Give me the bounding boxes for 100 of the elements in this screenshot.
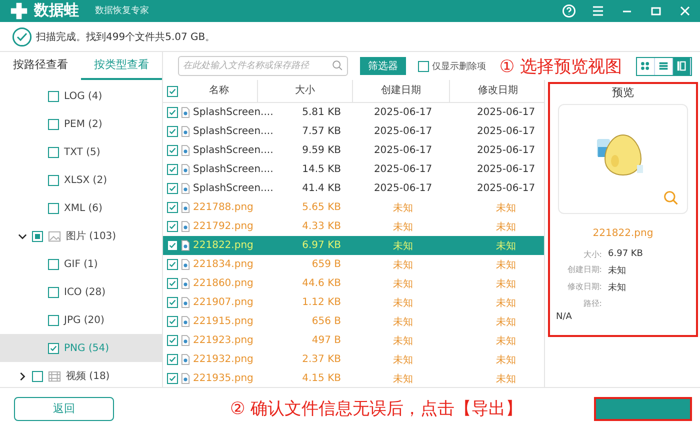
checkbox[interactable] <box>166 335 178 346</box>
file-name: 221822.png <box>193 240 254 252</box>
checkbox[interactable] <box>166 126 178 138</box>
modified-date: 2025-06-17 <box>476 107 536 118</box>
modified-date: 未知 <box>495 202 517 215</box>
close-icon[interactable] <box>678 4 692 18</box>
tree-item[interactable]: XLSX (2) <box>0 166 162 194</box>
checkbox[interactable] <box>166 373 178 384</box>
tree-item-label: TXT (5) <box>64 146 100 158</box>
checkbox[interactable] <box>166 145 178 156</box>
created-date: 未知 <box>392 372 414 386</box>
image-file-icon <box>181 335 190 346</box>
checkbox[interactable] <box>48 90 59 102</box>
checkbox[interactable] <box>32 230 43 242</box>
export-button[interactable] <box>594 396 692 421</box>
checkbox[interactable] <box>166 164 178 176</box>
modified-date: 未知 <box>495 334 517 348</box>
modified-date: 2025-06-17 <box>476 164 536 176</box>
checkbox[interactable] <box>166 221 178 232</box>
field-label: 路径: <box>582 298 602 310</box>
checkbox[interactable] <box>32 370 43 382</box>
panel-icon <box>675 60 688 72</box>
image-file-icon <box>181 164 190 176</box>
tree-item-label: ICO (28) <box>64 286 106 298</box>
checkbox-label: 仅显示删除项 <box>432 60 486 73</box>
table-row[interactable]: SplashScreen.... 41.4 KB 2025-06-17 2025-06-17 <box>163 179 544 198</box>
checkbox[interactable] <box>48 174 59 186</box>
tree-item[interactable]: GIF (1) <box>0 250 162 278</box>
checkbox[interactable] <box>166 202 178 214</box>
modified-date: 未知 <box>495 220 517 234</box>
list-icon <box>657 60 670 72</box>
tree-item[interactable]: ICO (28) <box>0 278 162 306</box>
tree-item[interactable]: XML (6) <box>0 194 162 222</box>
field-label: 修改日期: <box>566 281 602 294</box>
tree-item[interactable]: TXT (5) <box>0 138 162 166</box>
checkbox[interactable] <box>166 297 178 308</box>
caret-icon[interactable] <box>18 232 27 241</box>
column-header[interactable]: 名称 <box>181 80 258 102</box>
checkbox[interactable] <box>166 183 178 194</box>
help-icon[interactable] <box>562 4 576 18</box>
file-size: 659 B <box>310 259 342 270</box>
annotation-text: ① 选择预览视图 <box>499 56 622 78</box>
column-header[interactable]: 修改日期 <box>450 80 544 102</box>
checkbox[interactable] <box>166 316 178 328</box>
search-field[interactable]: 在此处输入文件名称或保存路径 <box>178 56 348 76</box>
table-row[interactable]: SplashScreen.... 7.57 KB 2025-06-17 2025-06-17 <box>163 122 544 142</box>
file-name: 221788.png <box>193 202 254 214</box>
tree-item[interactable]: 图片 (103) <box>0 222 162 250</box>
checkbox[interactable] <box>48 258 59 270</box>
checkbox[interactable] <box>166 107 178 118</box>
tree-item[interactable]: PEM (2) <box>0 110 162 138</box>
checkbox[interactable] <box>48 118 59 130</box>
checkbox[interactable] <box>418 60 429 72</box>
search-icon <box>332 60 343 72</box>
caret-icon[interactable] <box>18 372 27 381</box>
path-value: N/A <box>556 312 572 322</box>
menu-icon[interactable] <box>591 4 605 18</box>
file-name: 221860.png <box>193 278 254 290</box>
field-label: 创建日期: <box>566 264 602 276</box>
file-name: 221935.png <box>193 373 254 384</box>
file-name: 221915.png <box>193 316 254 328</box>
file-size: 2.37 KB <box>301 354 342 366</box>
checkbox[interactable] <box>166 86 178 97</box>
tree-item[interactable]: 视频 (18) <box>0 362 162 388</box>
checkbox[interactable] <box>48 342 59 354</box>
column-header[interactable]: 创建日期 <box>353 80 450 102</box>
checkbox[interactable] <box>166 259 178 270</box>
modified-date: 未知 <box>495 372 517 386</box>
image-file-icon <box>181 126 190 138</box>
tree-item[interactable]: LOG (4) <box>0 82 162 110</box>
preview-title: 预览 <box>612 85 634 100</box>
tree-item[interactable]: JPG (20) <box>0 306 162 334</box>
file-name: 221923.png <box>193 335 254 346</box>
image-file-icon <box>181 316 190 328</box>
table-row[interactable]: SplashScreen.... 5.81 KB 2025-06-17 2025-06-17 <box>163 103 544 122</box>
cross-logo-icon <box>10 2 28 20</box>
created-date: 2025-06-17 <box>372 183 434 194</box>
file-size: 5.65 KB <box>301 202 342 214</box>
view-tab[interactable]: 按路径查看 <box>0 52 81 80</box>
table-row[interactable]: SplashScreen.... 14.5 KB 2025-06-17 2025-06-17 <box>163 160 544 180</box>
file-name: SplashScreen.... <box>193 126 274 138</box>
back-button[interactable]: 返回 <box>14 396 114 421</box>
scan-status-text: 扫描完成。找到499个文件共5.07 GB。 <box>36 30 216 44</box>
created-date: 未知 <box>392 296 414 310</box>
file-name: 221792.png <box>193 221 254 232</box>
table-row[interactable]: SplashScreen.... 9.59 KB 2025-06-17 2025-06-17 <box>163 141 544 160</box>
created-date: 2025-06-17 <box>372 164 434 176</box>
checkbox[interactable] <box>166 278 178 290</box>
grid-icon <box>639 60 652 72</box>
checkbox[interactable] <box>48 314 59 326</box>
checkbox[interactable] <box>166 240 178 252</box>
zoom-icon[interactable] <box>663 190 679 206</box>
tree-item-label: LOG (4) <box>64 90 102 102</box>
preview-view-button[interactable] <box>673 58 691 75</box>
checkbox[interactable] <box>48 202 59 214</box>
checkbox[interactable] <box>48 286 59 298</box>
image-file-icon <box>181 297 190 308</box>
column-header[interactable]: 大小 <box>258 80 353 102</box>
checkbox[interactable] <box>48 146 59 158</box>
checkbox[interactable] <box>166 354 178 366</box>
